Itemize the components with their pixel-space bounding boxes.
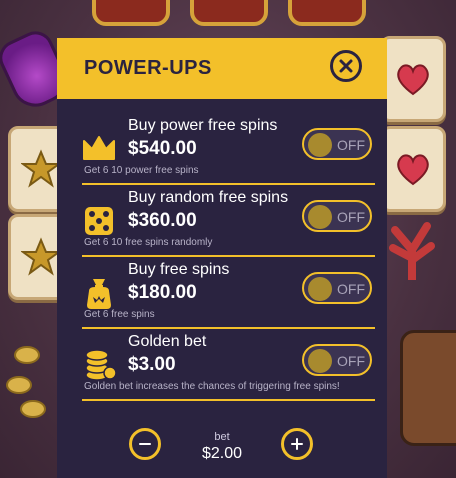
heart-symbol-tile [380,36,446,122]
power-up-item-random-free-spins: Buy random free spins $360.00 OFF Get 6 … [57,185,387,257]
money-bag-icon [87,279,111,309]
item-price: $3.00 [128,354,176,375]
power-up-item-free-spins: Buy free spins $180.00 OFF Get 6 free sp… [57,257,387,329]
item-title: Buy random free spins [128,189,289,206]
toggle-state-label: OFF [337,137,365,153]
coin-decor [14,346,40,364]
plus-icon [291,438,303,450]
heart-icon [397,154,429,186]
coin-decor [20,400,46,418]
panel-title: POWER-UPS [84,57,212,79]
free-spins-toggle[interactable]: OFF [302,272,372,304]
item-description: Golden bet increases the chances of trig… [84,381,340,392]
bet-value: $2.00 [201,445,243,462]
item-title: Buy free spins [128,261,230,278]
crown-icon [83,136,115,160]
coin-decor [6,376,32,394]
toggle-knob [308,205,332,229]
reel-top-frame [190,0,268,26]
item-price: $540.00 [128,138,197,159]
power-up-item-golden-bet: Golden bet $3.00 OFF Golden bet increase… [57,329,387,401]
heart-icon [397,64,429,96]
toggle-state-label: OFF [337,353,365,369]
reel-top-frame [92,0,170,26]
toggle-knob [308,349,332,373]
toggle-knob [308,133,332,157]
reel-top-frame [288,0,366,26]
item-description: Get 6 10 power free spins [84,165,199,176]
close-icon [339,59,353,73]
panel-header: POWER-UPS [57,38,387,99]
power-ups-panel: POWER-UPS Buy power free spins $540.00 O… [57,38,387,478]
power-free-spins-toggle[interactable]: OFF [302,128,372,160]
star-icon [21,149,61,188]
item-description: Get 6 free spins [84,309,155,320]
item-title: Golden bet [128,333,207,350]
golden-bet-toggle[interactable]: OFF [302,344,372,376]
bet-label: bet [214,431,230,443]
dice-icon [85,207,113,235]
divider [82,399,375,401]
item-title: Buy power free spins [128,117,278,134]
random-free-spins-toggle[interactable]: OFF [302,200,372,232]
toggle-state-label: OFF [337,209,365,225]
heart-symbol-tile [380,126,446,212]
bet-controls: bet $2.00 [57,408,387,478]
toggle-knob [308,277,332,301]
coin-stack-icon [85,349,117,381]
power-up-item-power-free-spins: Buy power free spins $540.00 OFF Get 6 1… [57,113,387,185]
close-button[interactable] [330,50,362,82]
toggle-state-label: OFF [337,281,365,297]
item-description: Get 6 10 free spins randomly [84,237,213,248]
barrel-symbol [400,330,456,446]
increase-bet-button[interactable] [281,428,313,460]
item-price: $360.00 [128,210,197,231]
coral-symbol [389,222,435,280]
item-price: $180.00 [128,282,197,303]
star-icon [21,237,61,276]
